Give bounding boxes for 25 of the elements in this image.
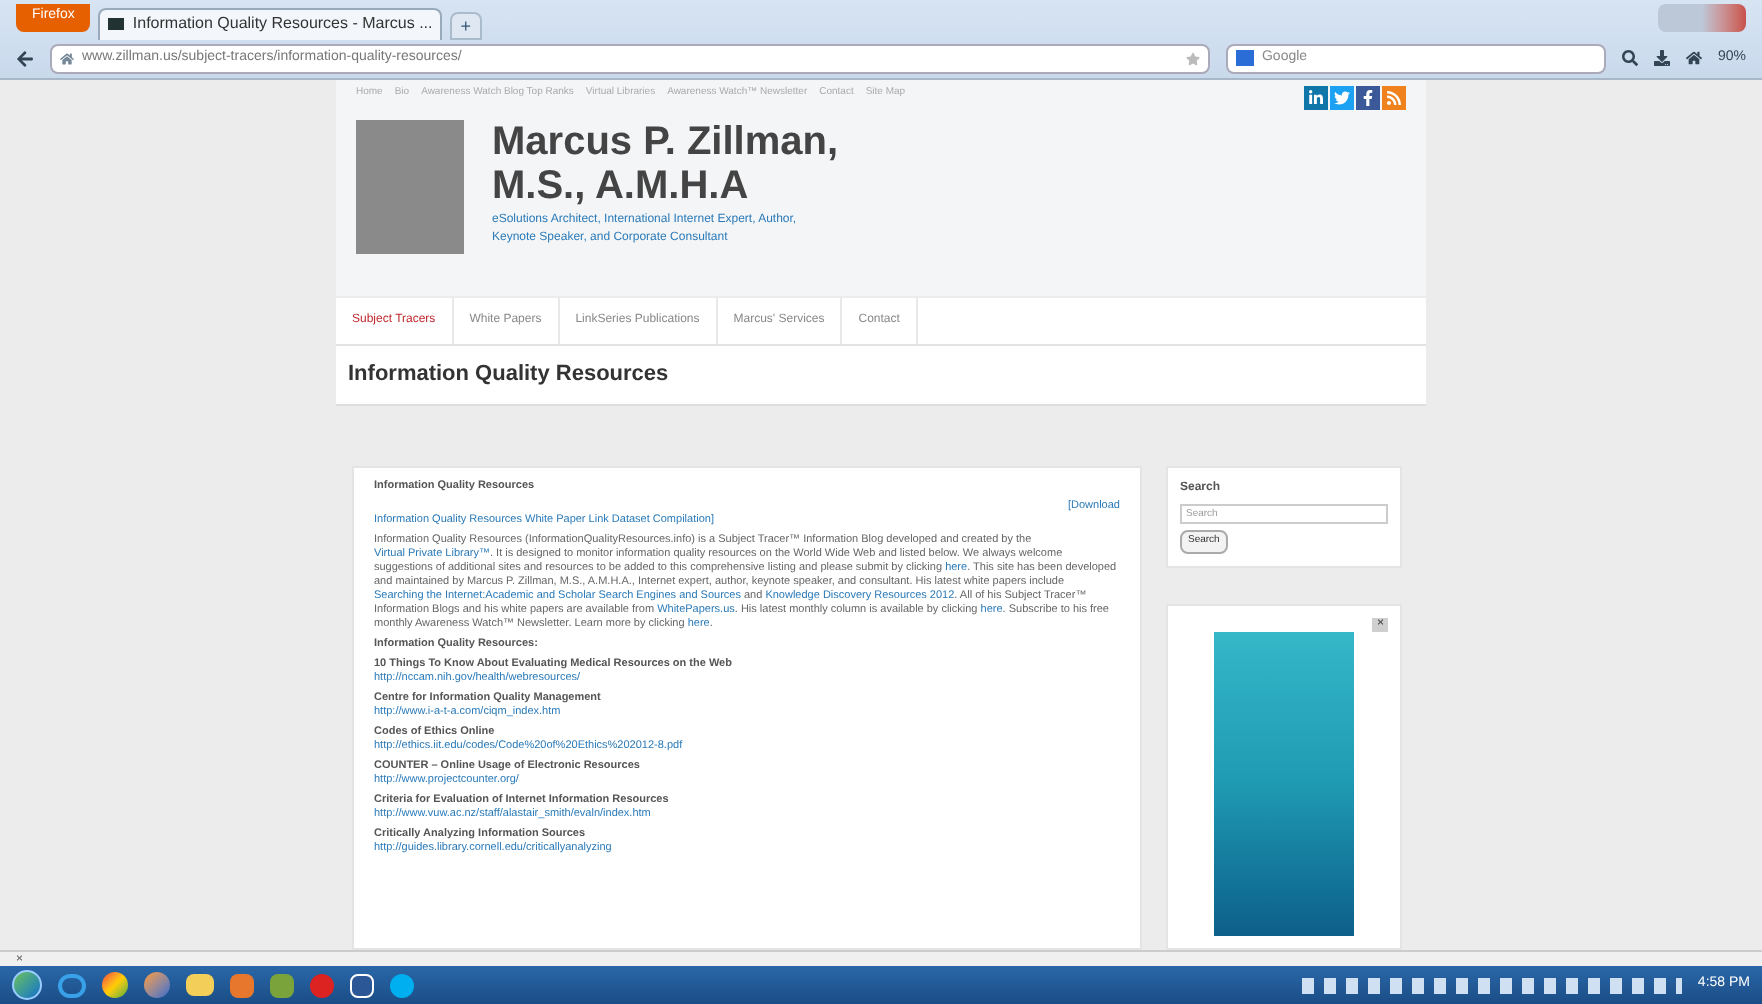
linkedin-icon[interactable] (1304, 86, 1328, 110)
browser-icon[interactable] (144, 972, 170, 998)
window-controls-icon[interactable] (1658, 3, 1746, 31)
browser-icon[interactable] (58, 973, 86, 997)
download-icon[interactable] (1653, 50, 1670, 67)
facebook-icon[interactable] (1356, 86, 1380, 110)
twitter-icon[interactable] (1330, 86, 1354, 110)
home-icon (60, 51, 74, 66)
browser-icon[interactable] (102, 972, 128, 998)
tab-title: Information Quality Resources - Marcus ... (132, 12, 433, 36)
author-name: Marcus P. Zillman, (492, 120, 839, 164)
photo-placeholder (356, 120, 464, 254)
star-icon[interactable] (1185, 51, 1200, 66)
google-logo-icon (1235, 50, 1254, 67)
search-icon[interactable] (1621, 50, 1638, 67)
back-arrow-icon[interactable] (16, 49, 34, 68)
start-button[interactable] (12, 970, 42, 1000)
page-title: Information Quality Resources (348, 360, 669, 391)
home-icon[interactable] (1685, 50, 1702, 67)
browser-tab[interactable]: Information Quality Resources - Marcus ... (98, 7, 443, 39)
folder-icon[interactable] (186, 974, 214, 996)
favicon-icon (108, 18, 125, 30)
author-credentials: M.S., A.M.H.A (492, 164, 751, 208)
new-tab-button[interactable]: + (450, 11, 481, 39)
app-icon[interactable] (270, 973, 294, 997)
